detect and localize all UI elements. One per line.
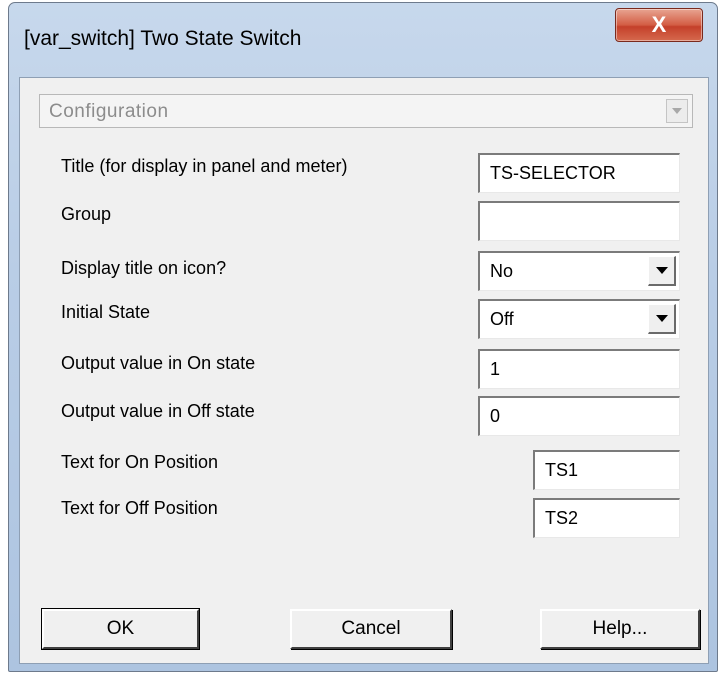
on-value-input[interactable]: 1: [478, 349, 680, 389]
configuration-dropdown-value: Configuration: [49, 101, 169, 122]
ok-button-label: OK: [106, 618, 135, 639]
initial-state-dropdown-value: Off: [490, 309, 514, 329]
window-title: [var_switch] Two State Switch: [24, 27, 302, 50]
dialog-window: [var_switch] Two State Switch X Configur…: [8, 2, 718, 672]
configuration-dropdown[interactable]: Configuration: [39, 94, 693, 128]
off-value-input-value: 0: [490, 406, 501, 426]
title-input[interactable]: TS-SELECTOR: [478, 153, 680, 193]
chevron-down-icon: [655, 267, 668, 274]
off-value-input[interactable]: 0: [478, 396, 680, 436]
cancel-button-label: Cancel: [341, 618, 401, 639]
title-label: Title (for display in panel and meter): [61, 156, 348, 176]
cancel-button[interactable]: Cancel: [290, 609, 452, 649]
on-value-label: Output value in On state: [61, 353, 256, 373]
help-button-label: Help...: [592, 618, 648, 639]
display-title-dropdown-button[interactable]: [648, 256, 676, 286]
title-bar[interactable]: [var_switch] Two State Switch X: [9, 3, 717, 79]
group-input[interactable]: [478, 201, 680, 241]
on-value-input-value: 1: [490, 359, 501, 379]
chevron-down-icon: [655, 315, 668, 322]
display-title-dropdown[interactable]: No: [478, 251, 680, 291]
close-button[interactable]: X: [615, 8, 703, 42]
display-title-dropdown-value: No: [490, 261, 514, 281]
ok-button[interactable]: OK: [41, 608, 200, 650]
display-title-label: Display title on icon?: [61, 258, 227, 278]
off-text-label: Text for Off Position: [61, 498, 218, 518]
help-button[interactable]: Help...: [540, 609, 700, 649]
initial-state-label: Initial State: [61, 302, 151, 322]
close-icon: X: [651, 12, 667, 37]
title-input-value: TS-SELECTOR: [490, 163, 616, 183]
initial-state-dropdown[interactable]: Off: [478, 299, 680, 339]
initial-state-dropdown-button[interactable]: [648, 304, 676, 334]
chevron-down-icon: [672, 108, 682, 114]
off-text-input[interactable]: TS2: [533, 498, 680, 538]
off-value-label: Output value in Off state: [61, 401, 255, 421]
configuration-dropdown-button[interactable]: [666, 99, 688, 123]
group-label: Group: [61, 204, 112, 224]
on-text-label: Text for On Position: [61, 452, 219, 472]
dialog-client-area: Configuration Title (for display in pane…: [19, 77, 709, 664]
on-text-input[interactable]: TS1: [533, 450, 680, 490]
off-text-input-value: TS2: [545, 508, 579, 528]
on-text-input-value: TS1: [545, 460, 579, 480]
